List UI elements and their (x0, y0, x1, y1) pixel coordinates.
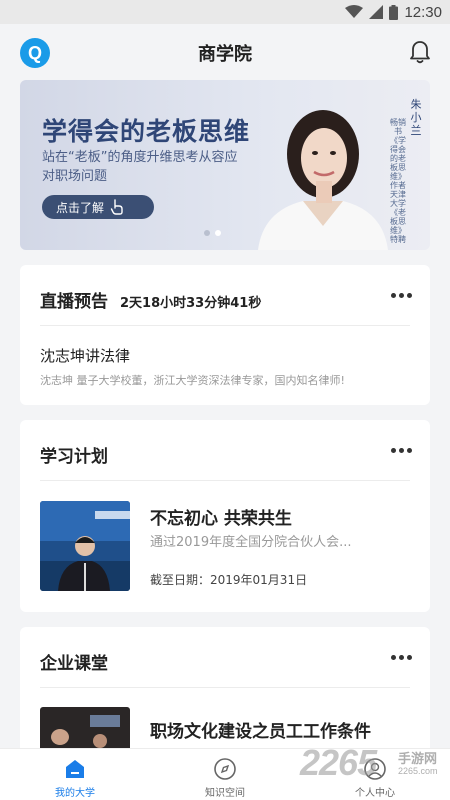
plan-course-subtitle: 通过2019年度全国分院合伙人会... (150, 535, 352, 550)
signal-icon (369, 5, 384, 19)
section-title: 企业课堂 (40, 654, 108, 674)
plan-deadline: 截至日期：2019年01月31日 (150, 573, 308, 587)
section-title: 学习计划 (40, 447, 108, 467)
live-preview-card: 直播预告 2天18小时33分钟41秒 沈志坤讲法律 沈志坤 量子大学校董，浙江大… (20, 265, 430, 405)
carousel-indicator (204, 230, 221, 236)
hand-pointer-icon (110, 199, 123, 215)
tab-my-university[interactable]: 我的大学 (0, 749, 150, 800)
divider (40, 480, 410, 481)
bell-icon[interactable] (408, 39, 432, 65)
speaker-photo (40, 501, 130, 591)
learn-more-label: 点击了解 (56, 200, 105, 215)
speaker-name: 朱小兰 (410, 98, 422, 137)
status-icons: 12:30 (345, 3, 442, 21)
tab-knowledge-space[interactable]: 知识空间 (150, 749, 300, 800)
speaker-portrait (258, 110, 388, 250)
site-watermark: 2265 手游网 2265.com (300, 742, 450, 788)
app-bar: Q 商学院 (0, 24, 450, 80)
enterprise-header: 企业课堂 (40, 649, 108, 674)
wifi-icon (345, 5, 364, 18)
live-course-desc: 沈志坤 量子大学校董，浙江大学资深法律专家，国内知名律师! (40, 374, 345, 387)
status-bar: 12:30 (0, 0, 450, 24)
divider (40, 687, 410, 688)
carousel-dot-active[interactable] (215, 230, 221, 236)
divider (40, 325, 410, 326)
watermark-text: 手游网 (398, 752, 438, 767)
learn-more-button[interactable]: 点击了解 (42, 195, 154, 219)
status-time: 12:30 (404, 3, 442, 21)
banner-subtitle: 站在“老板”的角度升维思考从容应对职场问题 (42, 150, 238, 184)
more-icon[interactable] (391, 448, 412, 453)
course-thumbnail[interactable] (40, 501, 130, 591)
section-title: 直播预告 (40, 292, 108, 312)
study-plan-card: 学习计划 不忘初心 共荣共生 通过2019年度全国分院合伙人会... 截至日期：… (20, 420, 430, 612)
home-icon (66, 760, 84, 778)
speaker-description: 畅销书《学得会的老板思维》作者 天津大学《老板思维》特聘讲师 (390, 118, 406, 243)
banner-headline: 学得会的老板思维 (42, 117, 251, 146)
tab-label: 知识空间 (205, 788, 245, 799)
carousel-dot[interactable] (204, 230, 210, 236)
battery-icon (389, 4, 399, 20)
plan-header: 学习计划 (40, 442, 108, 467)
live-course-title[interactable]: 沈志坤讲法律 (40, 345, 130, 366)
tab-label: 我的大学 (55, 788, 95, 799)
compass-icon (214, 758, 236, 780)
plan-course-title[interactable]: 不忘初心 共荣共生 (150, 504, 292, 529)
more-icon[interactable] (391, 655, 412, 660)
enterprise-course-title[interactable]: 职场文化建设之员工工作条件 (150, 717, 371, 742)
live-header: 直播预告 2天18小时33分钟41秒 (40, 287, 261, 312)
more-icon[interactable] (391, 293, 412, 298)
watermark-url: 2265.com (398, 766, 438, 776)
promo-banner[interactable]: 学得会的老板思维 站在“老板”的角度升维思考从容应对职场问题 点击了解 朱小兰 … (20, 80, 430, 250)
watermark-number: 2265 (300, 742, 377, 783)
page-title: 商学院 (198, 44, 252, 65)
live-countdown: 2天18小时33分钟41秒 (120, 296, 262, 311)
